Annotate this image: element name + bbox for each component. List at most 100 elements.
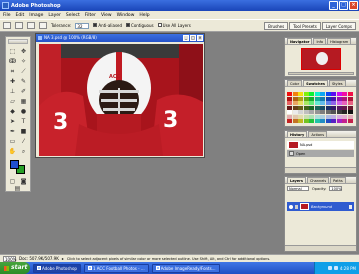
color-swatch[interactable]	[303, 110, 309, 114]
taskbar-item-football-photos[interactable]: 1 ACC Football Photos - ...	[83, 263, 149, 273]
color-swatch[interactable]	[331, 105, 336, 110]
path-selection-icon[interactable]: ➤	[8, 117, 17, 126]
type-icon[interactable]: T	[19, 117, 28, 126]
blend-mode-select[interactable]: Normal	[287, 186, 309, 191]
color-swatch[interactable]	[298, 96, 303, 101]
color-swatch[interactable]	[292, 110, 298, 114]
screen-mode-icon[interactable]: ▤	[13, 186, 22, 192]
info-tab[interactable]: Info	[313, 38, 327, 44]
pen-icon[interactable]: ✒	[8, 127, 17, 136]
color-swatch[interactable]	[347, 114, 353, 119]
tool-presets-tab[interactable]: Tool Presets	[289, 22, 321, 30]
color-swatch[interactable]	[314, 105, 320, 110]
color-swatch[interactable]	[342, 96, 347, 101]
volume-icon[interactable]	[333, 266, 338, 270]
quick-mask-icon[interactable]: ◙	[19, 177, 28, 186]
color-swatch[interactable]	[336, 110, 342, 114]
subtract-selection-icon[interactable]	[39, 22, 47, 29]
color-swatch[interactable]	[287, 105, 292, 110]
color-swatch[interactable]	[347, 105, 353, 110]
color-swatch[interactable]	[303, 119, 309, 123]
history-state-open[interactable]: Open	[287, 150, 354, 157]
color-swatch[interactable]	[292, 119, 298, 123]
color-swatch[interactable]	[347, 110, 353, 114]
contiguous-checkbox[interactable]	[126, 23, 131, 27]
color-swatch[interactable]	[331, 119, 336, 123]
color-swatch[interactable]	[320, 101, 325, 105]
menu-edit[interactable]: Edit	[16, 13, 25, 18]
color-swatch[interactable]	[303, 105, 309, 110]
layers-tab[interactable]: Layers	[287, 177, 306, 183]
color-swatch[interactable]	[298, 119, 303, 123]
color-swatch[interactable]	[287, 101, 292, 105]
paths-tab[interactable]: Paths	[330, 177, 346, 183]
menu-help[interactable]: Help	[139, 13, 149, 18]
color-swatch[interactable]	[298, 105, 303, 110]
color-swatch[interactable]	[292, 114, 298, 119]
healing-brush-icon[interactable]: ✚	[8, 77, 17, 86]
color-swatch[interactable]	[325, 119, 331, 123]
eye-icon[interactable]	[289, 204, 293, 209]
navigator-thumbnail[interactable]	[301, 48, 341, 70]
color-swatch[interactable]	[287, 92, 292, 96]
use-all-layers-checkbox[interactable]	[157, 23, 162, 27]
color-swatch[interactable]	[298, 101, 303, 105]
channels-tab[interactable]: Channels	[306, 177, 330, 183]
color-swatch[interactable]	[287, 96, 292, 101]
styles-tab[interactable]: Styles	[328, 80, 346, 86]
contiguous-option[interactable]: Contiguous	[126, 23, 154, 28]
color-swatch[interactable]	[309, 110, 314, 114]
color-swatch[interactable]	[298, 110, 303, 114]
navigator-zoom-slider[interactable]	[288, 72, 354, 75]
taskbar-item-imageready[interactable]: Adobe ImageReady/Fonts...	[151, 263, 220, 273]
anti-aliased-checkbox[interactable]	[93, 23, 98, 27]
document-canvas[interactable]: ACC 3 3	[39, 44, 203, 156]
hand-icon[interactable]: ✋	[8, 147, 17, 156]
tolerance-input[interactable]: 32	[75, 22, 90, 29]
use-all-layers-option[interactable]: Use All Layers	[157, 23, 191, 28]
color-swatch[interactable]	[331, 114, 336, 119]
menu-layer[interactable]: Layer	[48, 13, 61, 18]
color-swatch[interactable]	[303, 96, 309, 101]
color-swatch[interactable]	[336, 119, 342, 123]
doc-minimize-icon[interactable]: _	[183, 35, 189, 41]
history-snapshot[interactable]: NA.psd	[287, 141, 354, 149]
zoom-level-input[interactable]: 100%	[3, 255, 16, 262]
swatch-grid[interactable]	[287, 92, 353, 123]
color-swatch[interactable]	[292, 96, 298, 101]
color-swatch[interactable]	[325, 92, 331, 96]
color-swatch[interactable]	[336, 105, 342, 110]
foreground-color-swatch[interactable]	[10, 160, 19, 169]
color-swatch[interactable]	[314, 101, 320, 105]
add-to-selection-icon[interactable]	[27, 22, 35, 29]
color-swatch[interactable]	[325, 105, 331, 110]
color-swatch[interactable]	[320, 92, 325, 96]
network-icon[interactable]	[327, 266, 332, 270]
actions-tab[interactable]: Actions	[308, 131, 328, 137]
color-swatch[interactable]	[287, 119, 292, 123]
menu-file[interactable]: File	[3, 13, 11, 18]
color-swatch[interactable]	[314, 119, 320, 123]
anti-aliased-option[interactable]: Anti-aliased	[93, 23, 122, 28]
slice-icon[interactable]: ⟋	[19, 67, 28, 76]
menu-image[interactable]: Image	[29, 13, 43, 18]
color-swatch[interactable]	[325, 101, 331, 105]
color-swatch[interactable]	[303, 114, 309, 119]
color-swatch[interactable]	[342, 114, 347, 119]
doc-close-icon[interactable]: ×	[197, 35, 203, 41]
clock[interactable]: 4:28 PM	[340, 266, 356, 271]
menu-view[interactable]: View	[101, 13, 112, 18]
color-swatch[interactable]	[314, 114, 320, 119]
color-swatch[interactable]	[314, 110, 320, 114]
color-swatch[interactable]	[309, 105, 314, 110]
menu-select[interactable]: Select	[66, 13, 80, 18]
color-swatch[interactable]	[325, 110, 331, 114]
color-swatch[interactable]	[309, 101, 314, 105]
start-button[interactable]: start	[0, 262, 30, 274]
color-swatch[interactable]	[292, 101, 298, 105]
menu-filter[interactable]: Filter	[85, 13, 96, 18]
color-swatch[interactable]	[287, 114, 292, 119]
color-swatch[interactable]	[325, 96, 331, 101]
maximize-icon[interactable]: □	[339, 1, 348, 10]
zoom-icon[interactable]: ⌕	[19, 147, 28, 156]
